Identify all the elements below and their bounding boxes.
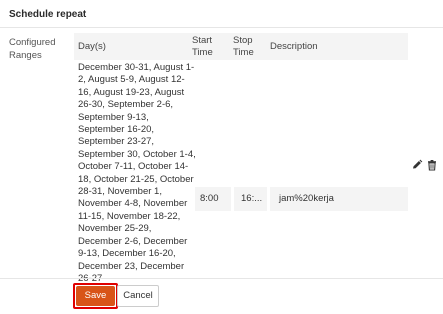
save-button[interactable]: Save xyxy=(76,286,115,306)
row-description-cell: jam%20kerja xyxy=(270,187,408,211)
dialog-header: Schedule repeat xyxy=(0,0,443,28)
trash-icon[interactable] xyxy=(425,158,439,172)
row-days-cell: December 30-31, August 1-2, August 5-9, … xyxy=(78,62,196,284)
column-header-description: Description xyxy=(270,41,318,52)
dialog-title: Schedule repeat xyxy=(9,9,87,20)
column-header-start-time: Start Time xyxy=(192,35,213,58)
row-start-time-cell: 8:00 xyxy=(195,187,231,211)
row-stop-time-cell: 16:... xyxy=(234,187,267,211)
column-header-days: Day(s) xyxy=(78,41,106,52)
ranges-table: Day(s) Start Time Stop Time Description … xyxy=(74,33,408,284)
configured-ranges-label: Configured Ranges xyxy=(9,37,56,61)
footer-divider xyxy=(0,278,443,279)
table-header: Day(s) Start Time Stop Time Description xyxy=(74,33,408,60)
cancel-button[interactable]: Cancel xyxy=(117,285,159,307)
pencil-icon[interactable] xyxy=(410,158,424,172)
row-actions xyxy=(408,158,440,174)
column-header-stop-time: Stop Time xyxy=(233,35,254,58)
